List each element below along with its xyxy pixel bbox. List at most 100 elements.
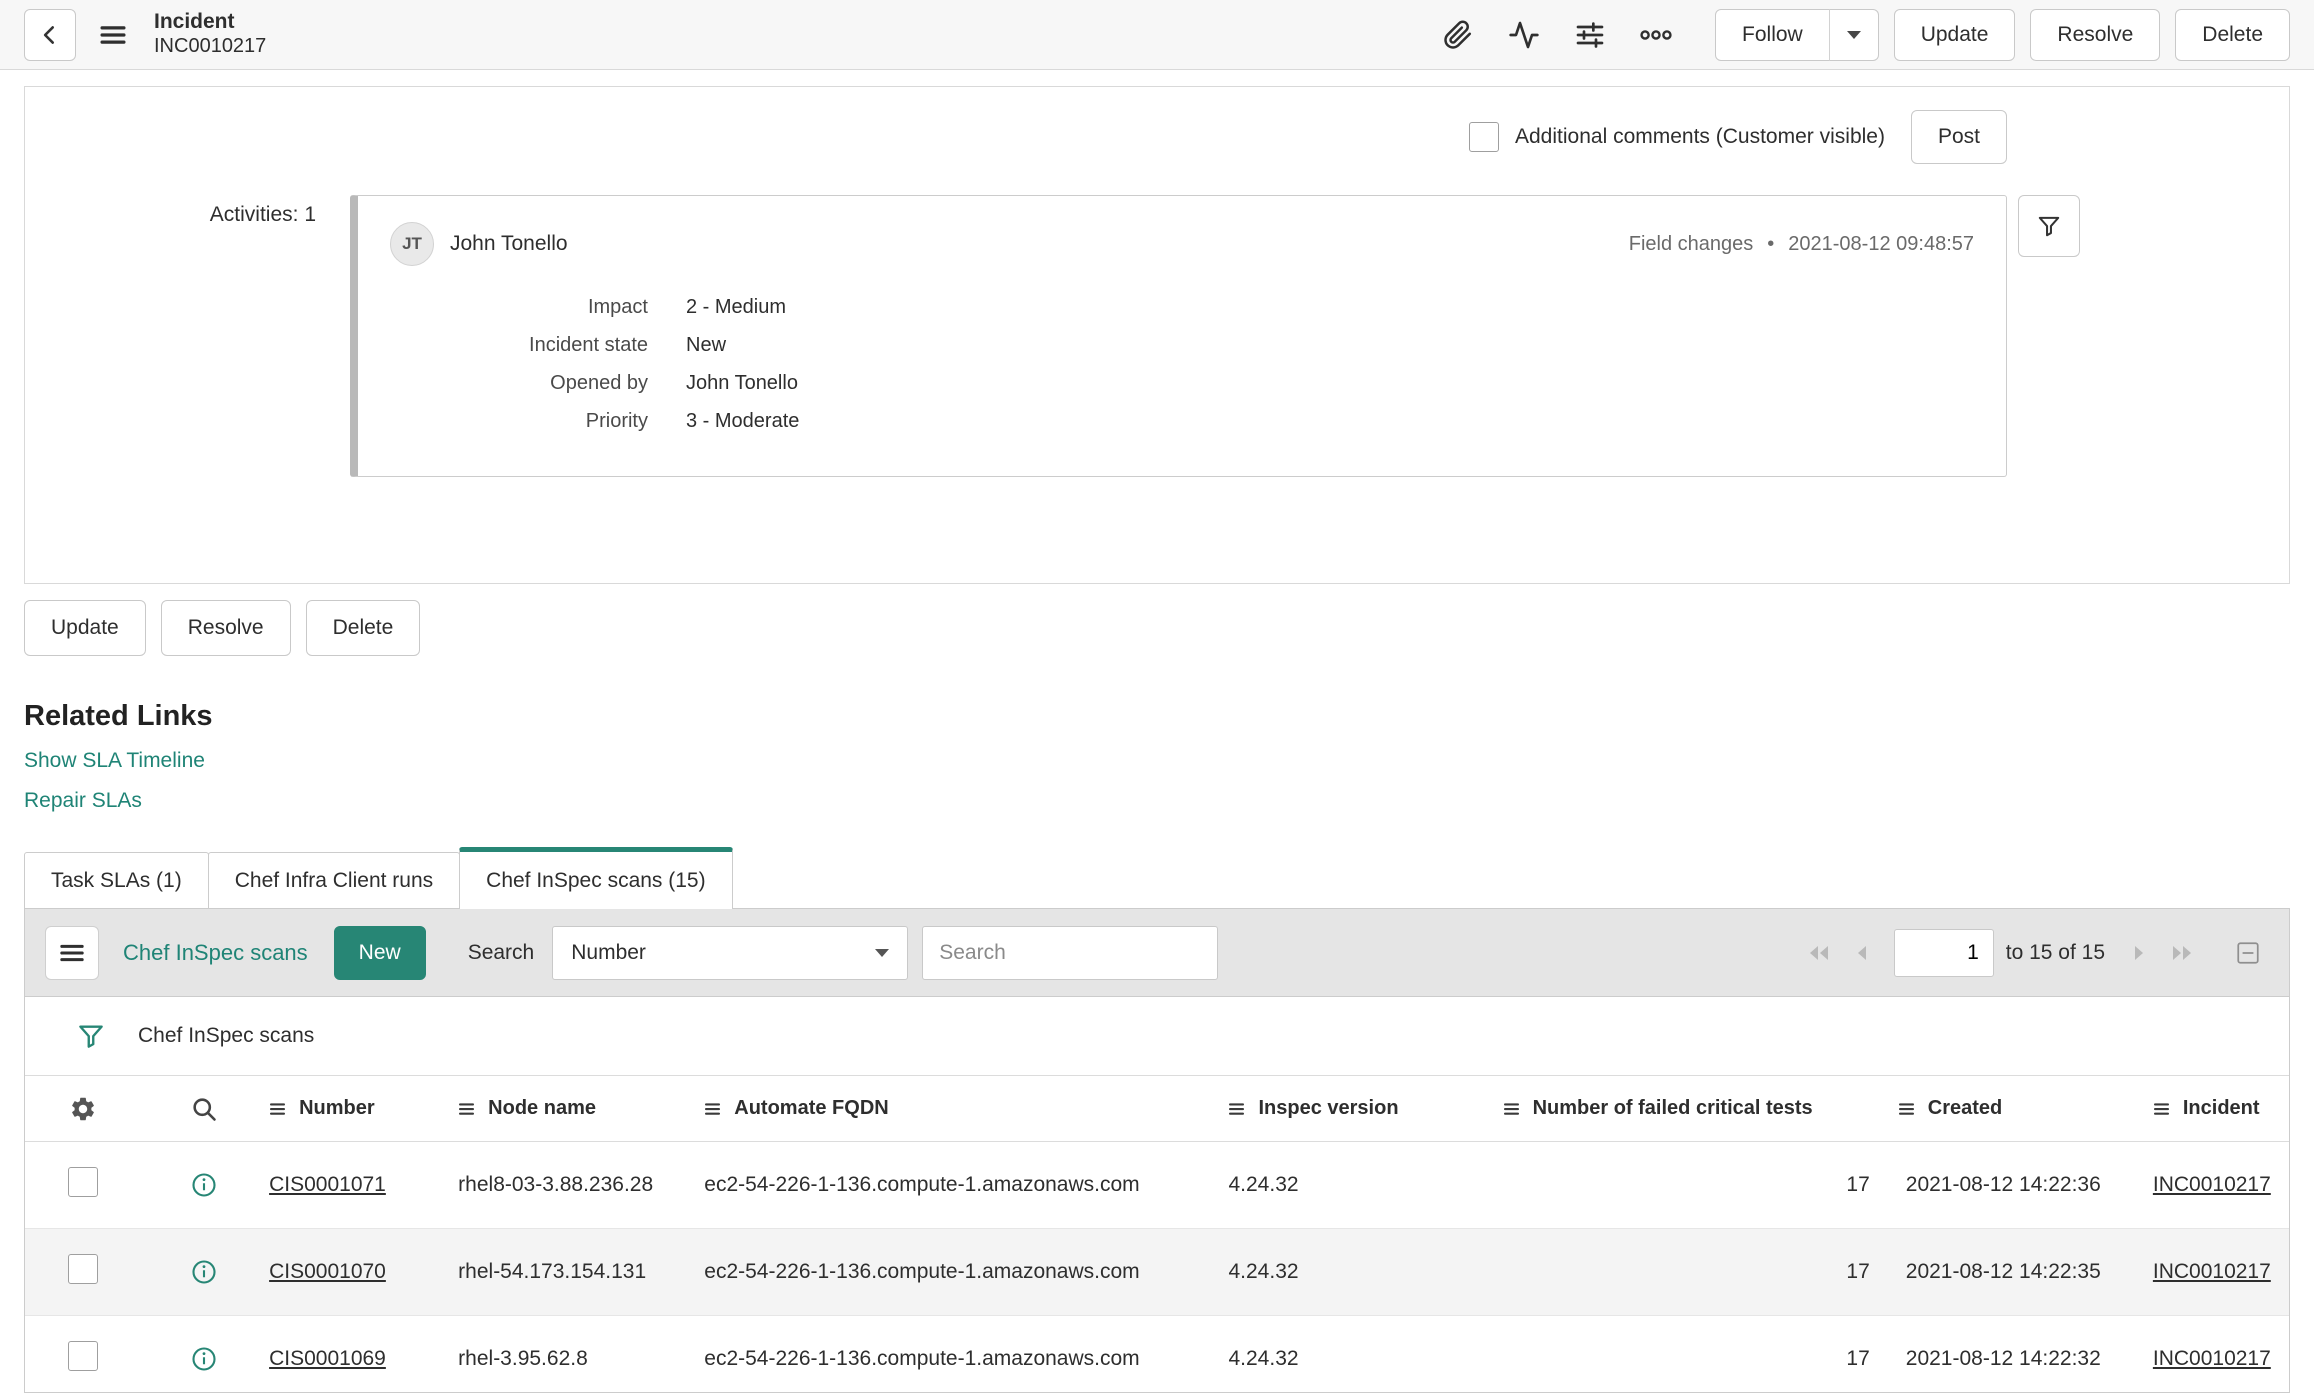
collapse-list-button[interactable]: [2227, 932, 2269, 974]
column-header-label: Node name: [488, 1097, 596, 1119]
row-select-checkbox[interactable]: [67, 1167, 98, 1197]
created-cell: 2021-08-12 14:22:32: [1895, 1315, 2151, 1392]
scan-number-link[interactable]: CIS0001071: [269, 1173, 386, 1196]
activity-section: Additional comments (Customer visible) P…: [24, 86, 2290, 584]
record-number: INC0010217: [154, 35, 267, 58]
info-icon[interactable]: [190, 1345, 218, 1373]
follow-split-button: Follow: [1715, 8, 1879, 61]
personalize-form-button[interactable]: [1567, 12, 1613, 58]
failed-critical-tests-cell: 17: [1500, 1141, 1896, 1229]
incident-link[interactable]: INC0010217: [2153, 1173, 2271, 1196]
related-links-title: Related Links: [24, 700, 213, 732]
first-page-button[interactable]: [1798, 932, 1840, 974]
row-select-checkbox[interactable]: [67, 1341, 98, 1371]
field-label: Opened by: [550, 372, 648, 394]
post-button[interactable]: Post: [1910, 110, 2007, 164]
delete-button[interactable]: Delete: [2175, 8, 2290, 61]
chevron-left-icon: [1851, 942, 1871, 964]
list-search-input[interactable]: [922, 925, 1219, 980]
resolve-button[interactable]: Resolve: [2030, 8, 2161, 61]
previous-page-button[interactable]: [1840, 932, 1882, 974]
activity-timestamp: 2021-08-12 09:48:57: [1788, 232, 1974, 255]
search-field-selected-value: Number: [571, 940, 646, 964]
follow-dropdown-button[interactable]: [1828, 8, 1879, 61]
search-icon: [190, 1095, 218, 1123]
created-cell: 2021-08-12 14:22:35: [1895, 1228, 2151, 1316]
field-value: 3 - Moderate: [686, 410, 800, 432]
column-header-created[interactable]: Created: [1895, 1075, 2151, 1142]
inspec-version-cell: 4.24.32: [1226, 1228, 1501, 1316]
table-row: CIS0001070 rhel-54.173.154.131 ec2-54-22…: [25, 1228, 2289, 1316]
field-value: John Tonello: [686, 372, 798, 394]
incident-link[interactable]: INC0010217: [2153, 1260, 2271, 1283]
table-header-row: Number Node name Automate FQDN Inspec ve…: [25, 1075, 2289, 1142]
list-breadcrumb-row: Chef InSpec scans: [25, 997, 2289, 1075]
list-controls-button[interactable]: [45, 925, 99, 980]
chevron-left-icon: [37, 22, 63, 48]
activity-filter-button[interactable]: [2018, 195, 2080, 257]
last-page-button[interactable]: [2161, 932, 2203, 974]
more-options-button[interactable]: [1633, 12, 1679, 58]
follow-button[interactable]: Follow: [1715, 8, 1830, 61]
scan-number-link[interactable]: CIS0001069: [269, 1347, 386, 1370]
chef-inspec-scans-panel: Chef InSpec scans New Search Number to 1…: [24, 908, 2290, 1393]
column-menu-icon: [269, 1100, 287, 1118]
chef-inspec-scans-table: Number Node name Automate FQDN Inspec ve…: [25, 1075, 2289, 1392]
column-menu-icon: [1503, 1100, 1521, 1118]
inspec-version-cell: 4.24.32: [1226, 1141, 1501, 1229]
inspec-version-cell: 4.24.32: [1226, 1315, 1501, 1392]
activity-meta: Field changes • 2021-08-12 09:48:57: [1629, 233, 1974, 256]
activity-author: John Tonello: [450, 232, 568, 255]
row-select-checkbox[interactable]: [67, 1254, 98, 1284]
column-header-automate-fqdn[interactable]: Automate FQDN: [702, 1075, 1227, 1142]
avatar: JT: [390, 222, 434, 266]
column-header-failed-critical-tests[interactable]: Number of failed critical tests: [1500, 1075, 1896, 1142]
column-header-label: Number of failed critical tests: [1532, 1097, 1813, 1119]
list-settings-header[interactable]: [25, 1075, 141, 1142]
incident-link[interactable]: INC0010217: [2153, 1347, 2271, 1370]
automate-fqdn-cell: ec2-54-226-1-136.compute-1.amazonaws.com: [702, 1141, 1227, 1229]
context-menu-button[interactable]: [90, 12, 136, 58]
table-row: CIS0001071 rhel8-03-3.88.236.28 ec2-54-2…: [25, 1141, 2289, 1229]
field-value: 2 - Medium: [686, 296, 787, 318]
page-number-input[interactable]: [1893, 928, 1994, 977]
back-button[interactable]: [24, 8, 76, 61]
new-record-button[interactable]: New: [333, 925, 426, 980]
column-menu-icon: [2153, 1100, 2171, 1118]
column-header-incident[interactable]: Incident: [2150, 1075, 2289, 1142]
scan-number-link[interactable]: CIS0001070: [269, 1260, 386, 1283]
repair-slas-link[interactable]: Repair SLAs: [24, 789, 2314, 813]
update-button-bottom[interactable]: Update: [24, 600, 146, 656]
customer-visible-checkbox[interactable]: [1469, 122, 1499, 152]
field-value: New: [686, 334, 727, 356]
column-header-label: Incident: [2182, 1097, 2260, 1119]
field-change-row: Opened by John Tonello: [390, 370, 1974, 396]
field-label: Impact: [587, 296, 648, 318]
tab-task-slas[interactable]: Task SLAs (1): [24, 852, 209, 908]
column-header-number[interactable]: Number: [267, 1075, 457, 1142]
row-range-label: to 15 of 15: [2005, 940, 2105, 964]
list-filter-button[interactable]: [74, 1019, 108, 1053]
column-header-inspec-version[interactable]: Inspec version: [1226, 1075, 1501, 1142]
tab-chef-infra-client-runs[interactable]: Chef Infra Client runs: [207, 852, 461, 908]
record-type: Incident: [154, 10, 235, 34]
list-search-toggle-header[interactable]: [140, 1075, 268, 1142]
activity-stream-button[interactable]: [1501, 12, 1547, 58]
column-header-node-name[interactable]: Node name: [456, 1075, 703, 1142]
next-page-button[interactable]: [2119, 932, 2161, 974]
activity-pulse-icon: [1508, 19, 1540, 51]
additional-comments-label: Additional comments (Customer visible): [1515, 125, 1885, 148]
sliders-icon: [1574, 19, 1606, 51]
update-button[interactable]: Update: [1893, 8, 2016, 61]
field-change-row: Priority 3 - Moderate: [390, 408, 1974, 434]
node-name-cell: rhel-54.173.154.131: [456, 1228, 703, 1316]
attachment-button[interactable]: [1435, 12, 1481, 58]
resolve-button-bottom[interactable]: Resolve: [160, 600, 291, 656]
show-sla-timeline-link[interactable]: Show SLA Timeline: [24, 749, 2314, 773]
info-icon[interactable]: [190, 1171, 218, 1199]
funnel-icon: [2036, 213, 2062, 239]
delete-button-bottom[interactable]: Delete: [305, 600, 421, 656]
tab-chef-inspec-scans[interactable]: Chef InSpec scans (15): [459, 847, 733, 909]
info-icon[interactable]: [190, 1258, 218, 1286]
search-field-select[interactable]: Number: [552, 925, 909, 980]
